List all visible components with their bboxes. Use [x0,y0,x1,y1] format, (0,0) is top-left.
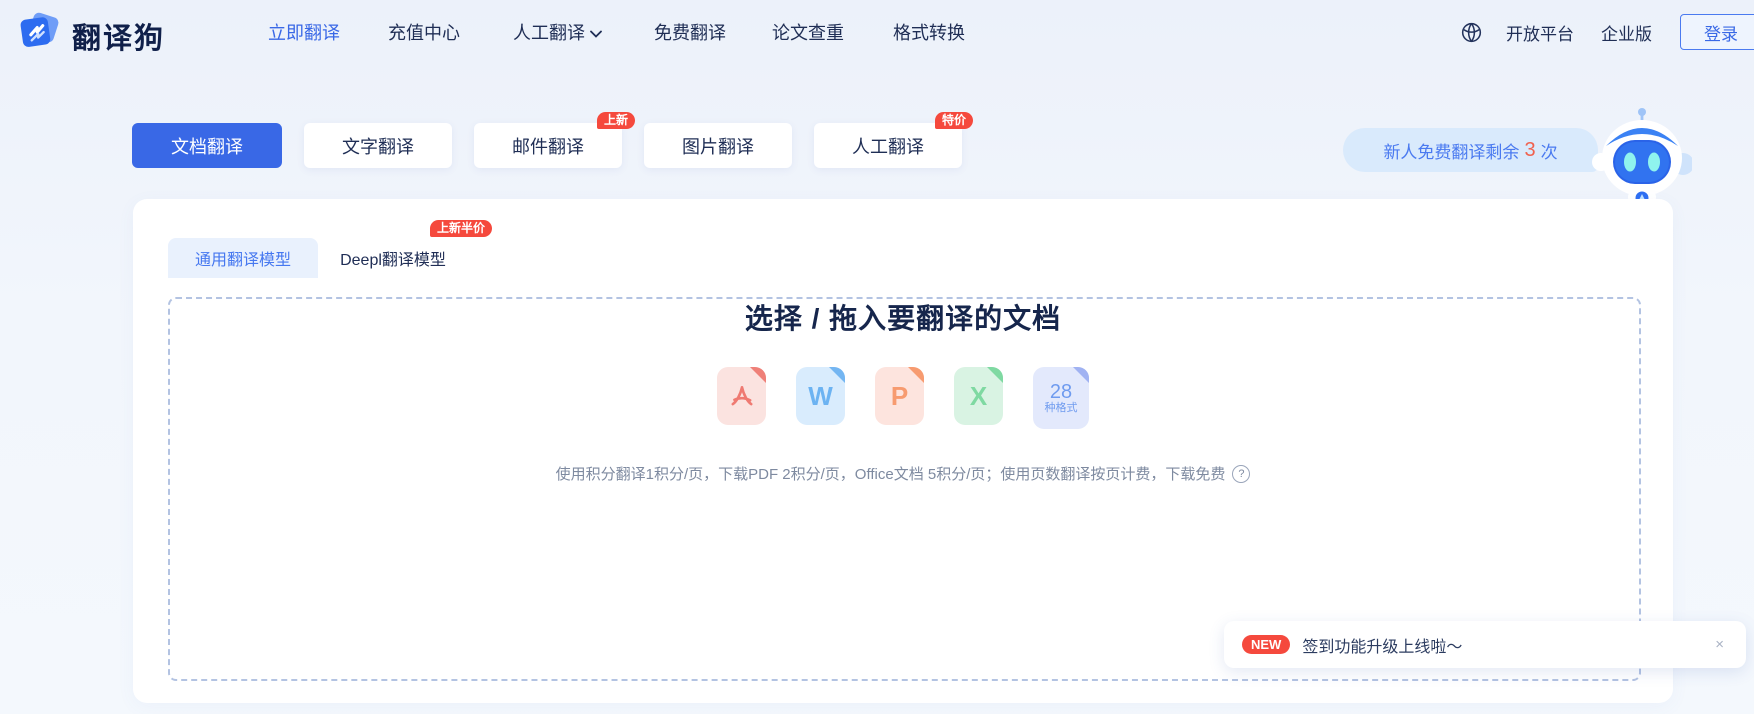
fold-corner [987,367,1003,383]
ppt-file-icon: P [875,367,924,425]
free-quota-count: 3 [1524,139,1535,162]
nav-item-free-translation[interactable]: 免费翻译 [654,0,726,64]
tab-deepl-model[interactable]: Deepl翻译模型 [318,238,468,278]
fold-corner [1073,367,1089,383]
help-icon[interactable]: ? [1232,465,1250,483]
formats-count-icon: 28 种格式 [1033,367,1089,429]
language-globe-icon[interactable] [1460,0,1483,64]
tab-label: Deepl翻译模型 [340,246,446,270]
fold-corner [908,367,924,383]
nav-item-recharge-center[interactable]: 充值中心 [388,0,460,64]
nav-item-format-conversion[interactable]: 格式转换 [893,0,965,64]
new-half-price-badge: 上新半价 [430,220,492,237]
pdf-file-icon [717,367,766,425]
header: 翻译狗 立即翻译 充值中心 人工翻译 免费翻译 论文查重 格式转换 [0,0,1754,64]
free-quota-bubble: 新人免费翻译剩余 3 次 [1343,128,1598,172]
tab-label: 邮件翻译 [512,133,584,159]
dropzone-title: 选择 / 拖入要翻译的文档 [133,297,1673,337]
tab-label: 人工翻译 [852,133,924,159]
new-badge: 上新 [597,112,635,129]
robot-mascot[interactable] [1592,104,1692,204]
fold-corner [829,367,845,383]
nav-item-human-translation[interactable]: 人工翻译 [513,0,602,64]
tab-document-translation[interactable]: 文档翻译 [132,123,282,168]
pricing-note-row: 使用积分翻译1积分/页，下载PDF 2积分/页，Office文档 5积分/页；使… [133,463,1673,484]
pricing-note: 使用积分翻译1积分/页，下载PDF 2积分/页，Office文档 5积分/页；使… [556,463,1226,484]
tab-label: 通用翻译模型 [195,246,291,270]
chevron-down-icon [590,22,602,43]
page: 翻译狗 立即翻译 充值中心 人工翻译 免费翻译 论文查重 格式转换 [0,0,1754,714]
fold-corner [750,367,766,383]
tab-email-translation[interactable]: 邮件翻译 [474,123,622,168]
toast-message: 签到功能升级上线啦～ [1302,633,1699,657]
close-icon[interactable]: × [1711,636,1728,653]
tab-general-model[interactable]: 通用翻译模型 [168,238,318,278]
nav-label: 免费翻译 [654,19,726,45]
enterprise-label: 企业版 [1601,20,1652,45]
special-price-badge: 特价 [935,112,973,129]
nav-label: 充值中心 [388,19,460,45]
formats-number: 28 [1050,382,1072,402]
tab-label: 图片翻译 [682,133,754,159]
brand-name: 翻译狗 [72,15,165,57]
ppt-letter: P [891,381,908,412]
enterprise-link[interactable]: 企业版 [1601,0,1652,64]
login-label: 登录 [1704,20,1738,45]
nav-label: 论文查重 [772,19,844,45]
free-quota-text: 新人免费翻译剩余 [1383,138,1519,163]
tab-image-translation[interactable]: 图片翻译 [644,123,792,168]
nav-item-paper-plagiarism-check[interactable]: 论文查重 [772,0,844,64]
supported-file-icons: W P X 28 种格式 [133,367,1673,429]
free-quota-unit: 次 [1541,138,1558,163]
nav-label: 格式转换 [893,19,965,45]
nav-item-translate-now[interactable]: 立即翻译 [268,0,340,64]
open-platform-label: 开放平台 [1506,20,1574,45]
word-letter: W [808,381,833,412]
tab-text-translation[interactable]: 文字翻译 [304,123,452,168]
brand-logo[interactable]: 翻译狗 [18,11,165,60]
excel-letter: X [970,381,987,412]
new-toast-badge: NEW [1242,635,1290,654]
tab-label: 文档翻译 [171,133,243,159]
excel-file-icon: X [954,367,1003,425]
nav-label: 人工翻译 [513,19,585,45]
login-button[interactable]: 登录 [1680,14,1754,50]
nav-label: 立即翻译 [268,19,340,45]
pdf-glyph [729,383,755,409]
formats-label: 种格式 [1045,402,1078,415]
notification-toast: NEW 签到功能升级上线啦～ × [1224,621,1746,668]
brand-logo-icon [18,11,62,60]
open-platform-link[interactable]: 开放平台 [1506,0,1574,64]
tab-label: 文字翻译 [342,133,414,159]
tab-human-translation[interactable]: 人工翻译 [814,123,962,168]
help-glyph: ? [1238,468,1244,480]
word-file-icon: W [796,367,845,425]
